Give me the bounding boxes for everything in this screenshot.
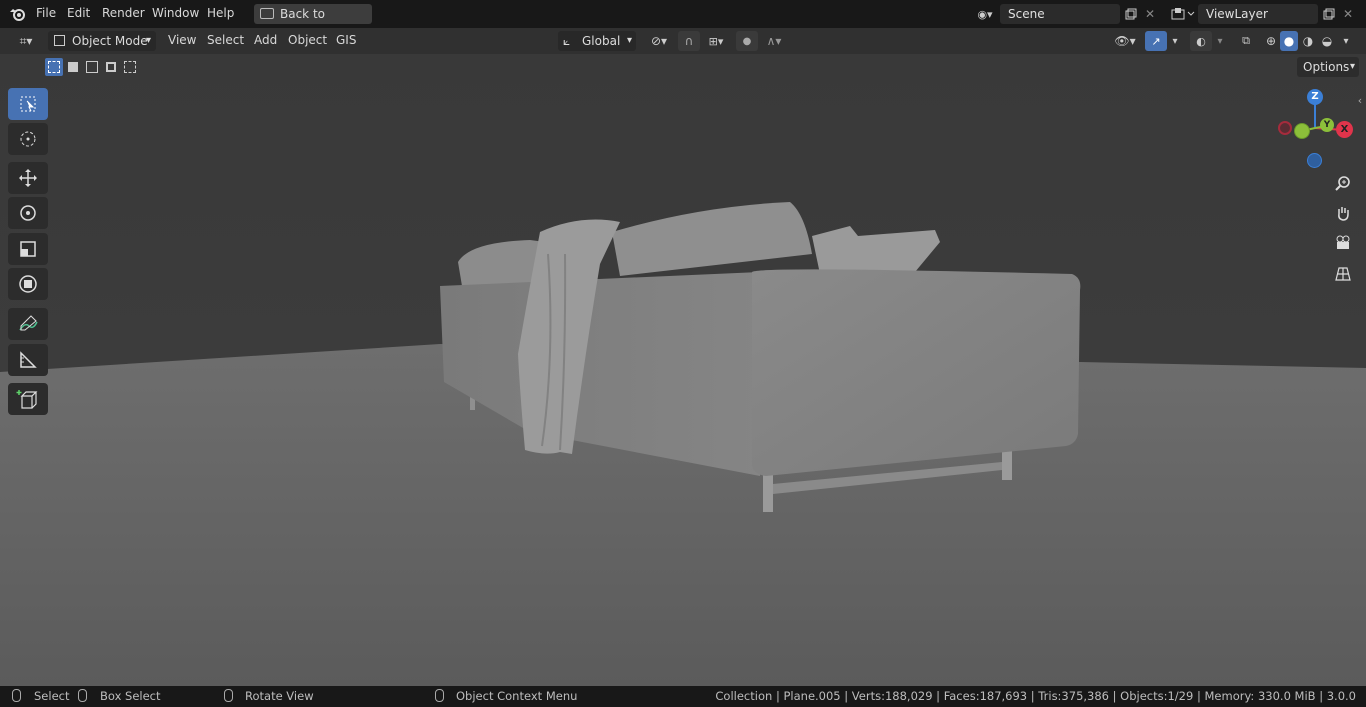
snap-toggle-icon[interactable]: ∩	[678, 31, 700, 51]
transform-tool-icon[interactable]	[8, 268, 48, 300]
select-new-icon[interactable]	[45, 58, 63, 76]
scene-name: Scene	[1008, 7, 1045, 21]
menu-file[interactable]: File	[36, 6, 56, 20]
options-dropdown[interactable]: Options ▾	[1297, 57, 1359, 77]
xray-icon[interactable]: ⧉	[1236, 31, 1256, 51]
menu-add[interactable]: Add	[254, 33, 277, 47]
y-axis-icon[interactable]: Y	[1320, 118, 1334, 132]
neg-x-axis-icon[interactable]	[1278, 121, 1292, 135]
select-intersect-icon[interactable]	[121, 58, 139, 76]
move-tool-icon[interactable]	[8, 162, 48, 194]
solid-shading-icon[interactable]: ●	[1280, 31, 1298, 51]
cursor-tool-icon[interactable]	[8, 123, 48, 155]
view-layer-icon[interactable]	[1168, 5, 1198, 23]
delete-view-layer-icon[interactable]: ✕	[1340, 4, 1356, 24]
new-scene-icon[interactable]	[1122, 4, 1140, 24]
proportional-editing-icon[interactable]: ●	[736, 31, 758, 51]
mouse-drag-icon	[78, 689, 87, 702]
overlays-dropdown-icon[interactable]: ▾	[1212, 31, 1228, 51]
options-label: Options	[1303, 60, 1350, 74]
gizmo-dropdown-icon[interactable]: ▾	[1167, 31, 1183, 51]
annotate-tool-icon[interactable]	[8, 308, 48, 340]
rotate-tool-icon[interactable]	[8, 197, 48, 229]
visibility-icon[interactable]: 👁︎▾	[1110, 31, 1140, 51]
back-icon	[260, 8, 274, 19]
measure-tool-icon[interactable]	[8, 344, 48, 376]
mouse-middle-icon	[224, 689, 233, 702]
select-extend-icon[interactable]	[64, 58, 82, 76]
navigation-gizmo[interactable]: Z X Y	[1274, 86, 1358, 170]
scene-type-icon[interactable]: ◉▾	[970, 5, 1000, 23]
select-box-tool-icon[interactable]	[8, 88, 48, 120]
add-cube-tool-icon[interactable]	[8, 383, 48, 415]
transform-orientation-dropdown[interactable]: ⟀ Global ▾	[558, 31, 636, 51]
select-subtract-icon[interactable]	[83, 58, 101, 76]
menu-edit[interactable]: Edit	[67, 6, 90, 20]
status-bar: Select Box Select Rotate View Object Con…	[0, 686, 1366, 707]
scene-field[interactable]: Scene	[1000, 4, 1120, 24]
zoom-icon[interactable]	[1331, 171, 1355, 195]
orientation-icon: ⟀	[563, 34, 571, 48]
perspective-toggle-icon[interactable]	[1331, 262, 1355, 286]
view-layer-field[interactable]: ViewLayer	[1198, 4, 1318, 24]
editor-type-icon[interactable]: ⌗▾	[10, 31, 42, 51]
status-context-menu: Object Context Menu	[456, 689, 578, 703]
z-axis-icon[interactable]: Z	[1307, 89, 1323, 105]
delete-scene-icon[interactable]: ✕	[1142, 4, 1158, 24]
mode-label: Object Mode	[72, 34, 148, 48]
falloff-icon[interactable]: ∧▾	[760, 31, 788, 51]
mode-dropdown[interactable]: Object Mode ▾	[48, 31, 156, 51]
blender-logo-icon[interactable]	[8, 5, 28, 23]
menu-render[interactable]: Render	[102, 6, 145, 20]
status-select: Select	[34, 689, 70, 703]
status-rotate-view: Rotate View	[245, 689, 314, 703]
status-stats: Collection | Plane.005 | Verts:188,029 |…	[715, 689, 1356, 703]
status-box-select: Box Select	[100, 689, 161, 703]
gizmo-toggle-icon[interactable]: ↗	[1145, 31, 1167, 51]
scene-render[interactable]	[0, 54, 1366, 686]
object-mode-icon	[54, 35, 65, 46]
new-view-layer-icon[interactable]	[1320, 4, 1338, 24]
rendered-shading-icon[interactable]: ◒	[1318, 31, 1336, 51]
viewport-header: ⌗▾ Object Mode ▾ View Select Add Object …	[0, 28, 1366, 54]
menu-help[interactable]: Help	[207, 6, 234, 20]
wireframe-shading-icon[interactable]: ⊕	[1262, 31, 1280, 51]
material-shading-icon[interactable]: ◑	[1299, 31, 1317, 51]
orientation-label: Global	[582, 34, 621, 48]
menu-window[interactable]: Window	[152, 6, 199, 20]
menu-object[interactable]: Object	[288, 33, 327, 47]
3d-viewport[interactable]: Options ▾ ‹ Z X Y	[0, 54, 1366, 686]
pan-hand-icon[interactable]	[1331, 201, 1355, 225]
menu-gis[interactable]: GIS	[336, 33, 356, 47]
pivot-point-icon[interactable]: ⊘▾	[644, 31, 674, 51]
menu-select[interactable]: Select	[207, 33, 244, 47]
scale-tool-icon[interactable]	[8, 233, 48, 265]
x-axis-icon[interactable]: X	[1336, 121, 1353, 138]
camera-view-icon[interactable]	[1331, 231, 1355, 255]
chevron-down-icon: ▾	[626, 35, 632, 46]
chevron-down-icon: ▾	[145, 35, 151, 46]
mouse-right-icon	[435, 689, 444, 702]
mouse-left-icon	[12, 689, 21, 702]
chevron-down-icon: ▾	[1349, 61, 1355, 72]
snap-target-icon[interactable]: ⊞▾	[700, 31, 732, 51]
overlays-icon[interactable]: ◐	[1190, 31, 1212, 51]
shading-dropdown-icon[interactable]: ▾	[1338, 31, 1354, 51]
select-invert-icon[interactable]	[102, 58, 120, 76]
top-bar: File Edit Render Window Help Back to Pre…	[0, 0, 1366, 41]
neg-y-axis-icon[interactable]	[1294, 123, 1310, 139]
view-layer-name: ViewLayer	[1206, 7, 1268, 21]
back-to-previous-button[interactable]: Back to Previous	[254, 4, 372, 41]
neg-z-axis-icon[interactable]	[1307, 153, 1322, 168]
menu-view[interactable]: View	[168, 33, 196, 47]
